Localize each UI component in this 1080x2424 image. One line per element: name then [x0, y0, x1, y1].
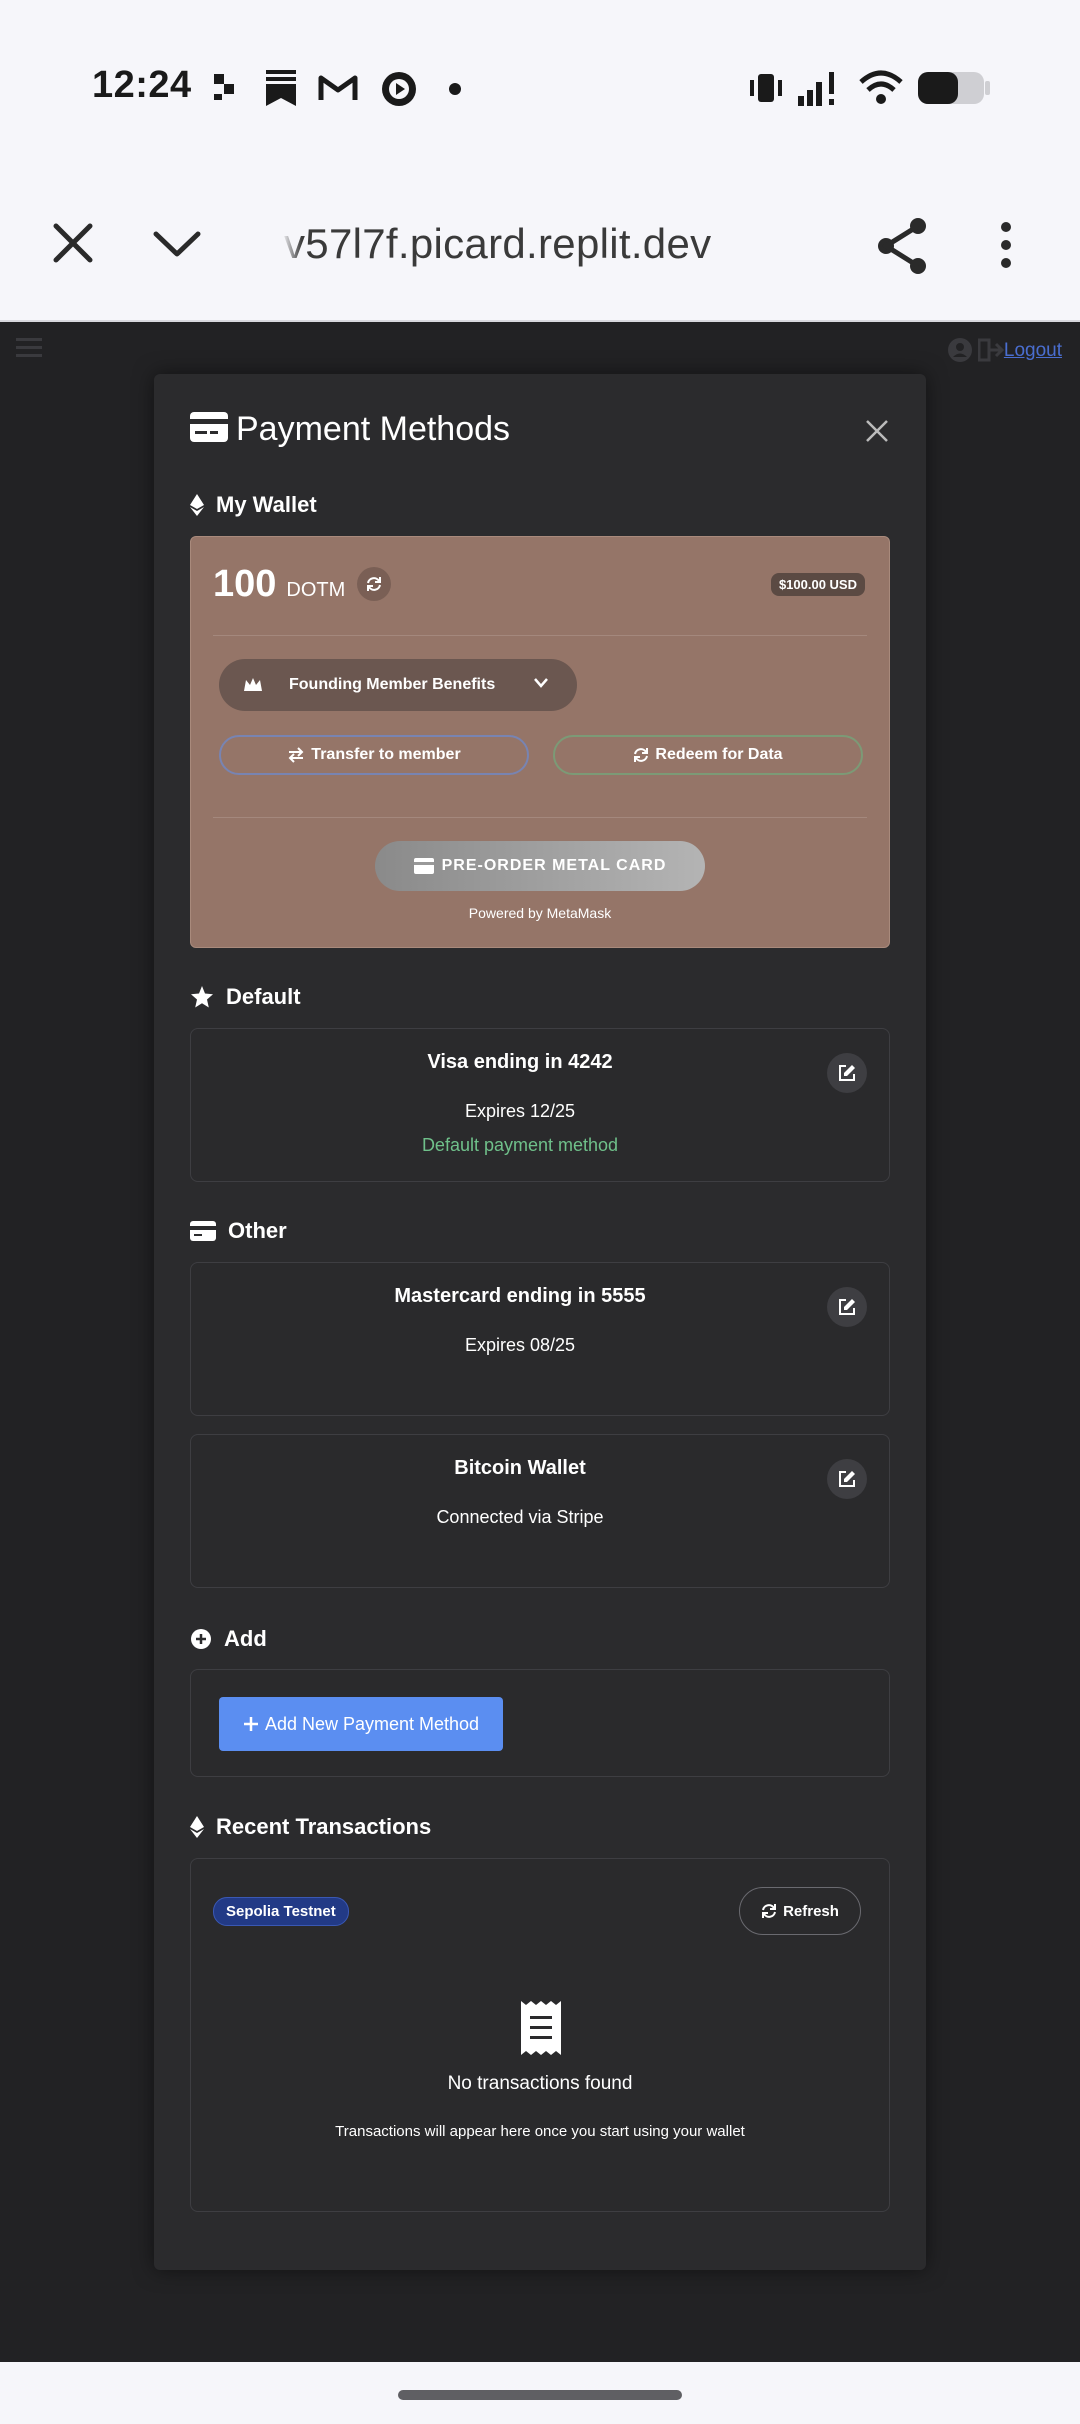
transactions-note: Transactions will appear here once you s… [335, 2123, 745, 2140]
url-fade [282, 216, 302, 276]
add-new-payment-method-button[interactable]: Add New Payment Method [219, 1697, 503, 1751]
bookmark-notification-icon [266, 70, 296, 106]
add-button-label: Add New Payment Method [264, 1713, 480, 1734]
logout-link[interactable]: Logout [1004, 340, 1062, 362]
refresh-icon [367, 577, 381, 591]
add-section-label: Add [224, 1626, 267, 1651]
home-indicator[interactable] [398, 2390, 682, 2400]
media-notification-icon [382, 72, 416, 106]
preorder-label: PRE-ORDER METAL CARD [441, 857, 667, 874]
balance-unit: DOTM [286, 579, 346, 601]
refresh-icon [634, 748, 649, 762]
refresh-transactions-button[interactable]: Refresh [739, 1887, 861, 1935]
founding-member-benefits-dropdown[interactable]: Founding Member Benefits [219, 659, 577, 711]
transfer-arrows-icon [288, 747, 304, 763]
plus-circle-icon [191, 1629, 211, 1649]
no-transactions-text: No transactions found [447, 2073, 633, 2094]
gesture-nav-bar [0, 2362, 1080, 2424]
benefits-label: Founding Member Benefits [289, 676, 496, 693]
usd-value-badge: $100.00 USD [770, 573, 865, 596]
logout-icon [978, 338, 1004, 362]
add-section-heading: Add [190, 1626, 267, 1652]
wallet-card: 100 DOTM $100.00 USD Founding Member Ben… [190, 536, 890, 948]
transactions-card: Sepolia Testnet Refresh No transactions … [190, 1858, 890, 2212]
card-title: Mastercard ending in 5555 [394, 1285, 646, 1307]
close-tab-icon[interactable] [52, 222, 94, 264]
plus-icon [243, 1717, 258, 1731]
ethereum-icon [190, 1816, 204, 1838]
edit-payment-button[interactable] [827, 1459, 867, 1499]
page-header: Logout [0, 322, 1080, 378]
divider [213, 817, 867, 818]
signal-icon [798, 72, 834, 106]
url-text[interactable]: v57l7f.picard.replit.dev [284, 220, 711, 268]
vibrate-icon [750, 74, 782, 102]
credit-card-icon [190, 412, 228, 442]
modal-title: Payment Methods [236, 410, 511, 448]
transfer-to-member-button[interactable]: Transfer to member [219, 735, 529, 775]
wallet-section-heading: My Wallet [190, 492, 317, 518]
crown-icon [244, 678, 262, 691]
share-icon[interactable] [874, 216, 930, 276]
payment-methods-modal: Payment Methods My Wallet 100 DOTM $100.… [154, 374, 926, 2270]
payment-card-visa: Visa ending in 4242 Expires 12/25 Defaul… [190, 1028, 890, 1182]
credit-card-icon [413, 858, 434, 874]
status-bar: 12:24 [0, 0, 1080, 176]
credit-card-icon [190, 1221, 216, 1241]
chevron-down-icon [534, 678, 548, 688]
star-icon [191, 986, 213, 1008]
transactions-section-label: Recent Transactions [216, 1814, 432, 1839]
ethereum-icon [190, 494, 204, 516]
wallet-section-label: My Wallet [216, 492, 317, 517]
status-time: 12:24 [92, 64, 192, 106]
card-title: Bitcoin Wallet [454, 1457, 586, 1479]
more-dot-icon [449, 83, 461, 95]
hamburger-menu-icon[interactable] [16, 336, 42, 360]
transactions-section-heading: Recent Transactions [190, 1814, 431, 1840]
payment-card-bitcoin: Bitcoin Wallet Connected via Stripe [190, 1434, 890, 1588]
default-section-heading: Default [190, 984, 301, 1010]
edit-payment-button[interactable] [827, 1053, 867, 1093]
chevron-down-icon[interactable] [152, 228, 202, 258]
more-menu-icon[interactable] [996, 220, 1016, 270]
edit-icon [839, 1065, 855, 1081]
user-circle-icon [948, 338, 972, 362]
other-section-heading: Other [190, 1218, 287, 1244]
edit-icon [839, 1471, 855, 1487]
close-modal-icon[interactable] [864, 418, 890, 444]
refresh-balance-button[interactable] [357, 567, 391, 601]
redeem-for-data-button[interactable]: Redeem for Data [553, 735, 863, 775]
redeem-label: Redeem for Data [655, 746, 783, 763]
default-label: Default payment method [421, 1135, 619, 1155]
network-badge: Sepolia Testnet [213, 1897, 349, 1926]
card-subtitle: Connected via Stripe [436, 1507, 604, 1527]
powered-by-text: Powered by MetaMask [468, 905, 612, 921]
balance-amount: 100 [213, 563, 277, 605]
card-title: Visa ending in 4242 [427, 1051, 613, 1073]
transfer-label: Transfer to member [311, 746, 461, 763]
default-section-label: Default [226, 984, 301, 1009]
wallet-balance: 100 DOTM [213, 563, 345, 606]
wifi-icon [859, 70, 903, 104]
edit-icon [839, 1299, 855, 1315]
edit-payment-button[interactable] [827, 1287, 867, 1327]
app-notification-icon [214, 74, 234, 100]
refresh-label: Refresh [783, 1902, 839, 1920]
receipt-icon [521, 2001, 561, 2055]
preorder-metal-card-button[interactable]: PRE-ORDER METAL CARD [375, 841, 705, 891]
refresh-icon [762, 1904, 777, 1918]
gmail-icon [318, 75, 358, 100]
battery-icon [918, 72, 990, 104]
card-expiry: Expires 12/25 [464, 1101, 576, 1121]
other-section-label: Other [228, 1218, 287, 1243]
divider [213, 635, 867, 636]
add-payment-card: Add New Payment Method [190, 1669, 890, 1777]
browser-url-bar: v57l7f.picard.replit.dev [0, 176, 1080, 322]
payment-card-mastercard: Mastercard ending in 5555 Expires 08/25 [190, 1262, 890, 1416]
card-expiry: Expires 08/25 [464, 1335, 576, 1355]
